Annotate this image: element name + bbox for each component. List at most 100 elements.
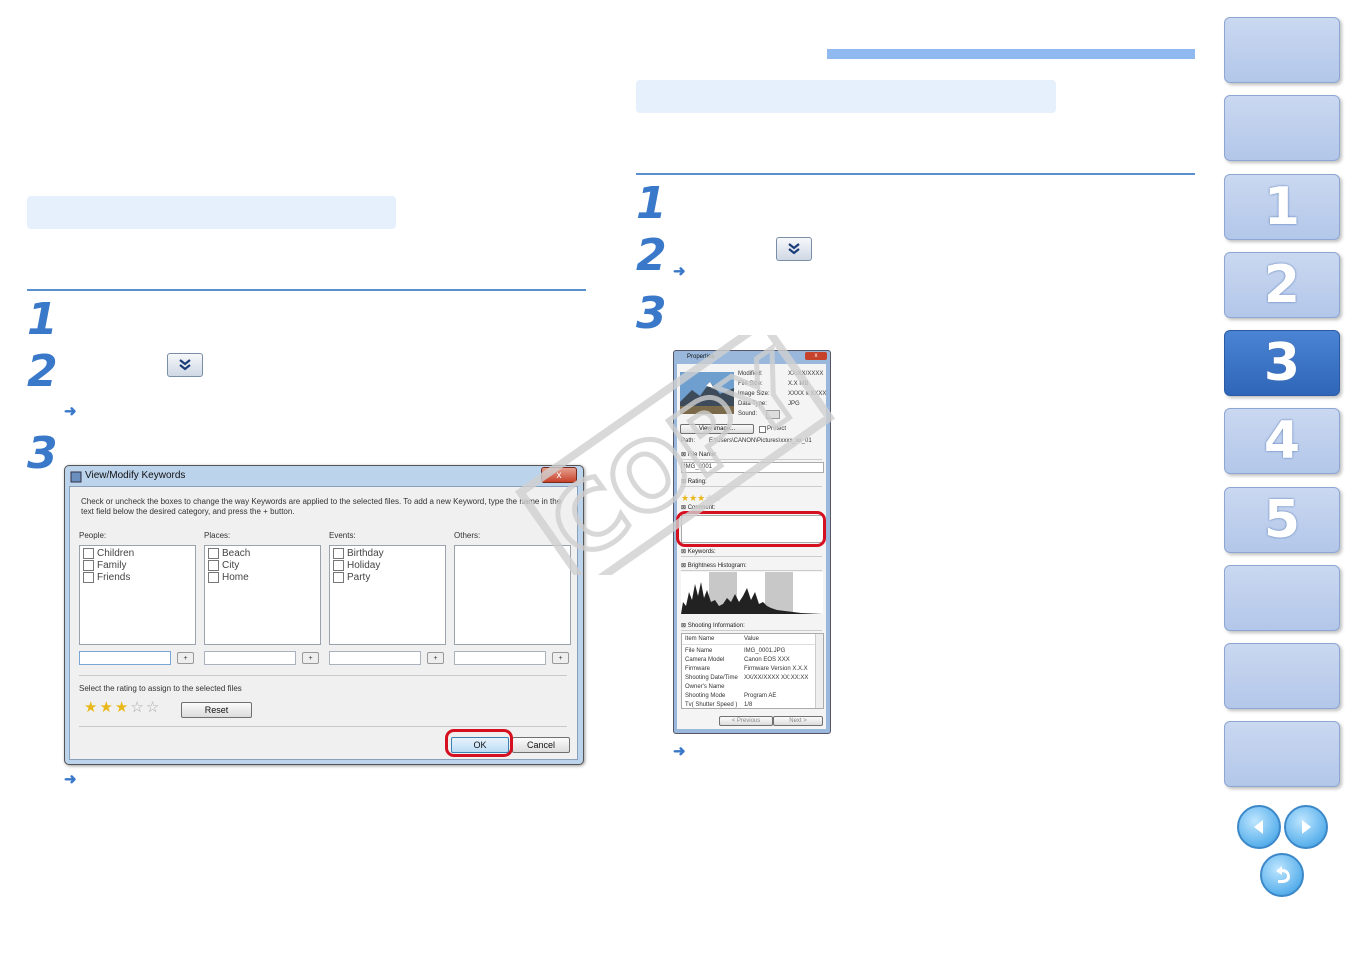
previous-button[interactable]: < Previous [719,716,773,726]
checkbox[interactable] [208,560,219,571]
checkbox[interactable] [208,572,219,583]
path-label: Path: [681,438,696,444]
info-value: JPG [788,401,800,407]
rating-stars[interactable]: ★★★☆☆ [84,699,161,717]
keyword-item[interactable]: Party [333,572,370,583]
table-cell-name: Shooting Date/Time [685,675,738,681]
chapter-tab-3[interactable]: 3 [1224,330,1340,396]
tab-label: 5 [1263,490,1301,550]
others-new-keyword-input[interactable] [454,651,546,665]
tab-label: 3 [1263,333,1301,393]
section-tab[interactable] [1224,17,1340,83]
chapter-tab-1[interactable]: 1 [1224,174,1340,240]
add-keyword-button[interactable]: + [177,652,194,664]
previous-page-button[interactable] [1237,805,1281,849]
section-header[interactable]: ⊠ Rating: [681,478,822,487]
double-chevron-down-icon [788,243,800,255]
return-arrow-icon [1276,866,1290,883]
chapter-tab-5[interactable]: 5 [1224,487,1340,553]
section-header[interactable]: ⊠ Brightness Histogram: [681,562,822,571]
star-filled-icon[interactable]: ★ [84,699,97,716]
places-list: Beach City Home [204,545,321,645]
keyword-item[interactable]: City [208,560,239,571]
ok-highlight [445,729,513,757]
star-empty-icon[interactable]: ☆ [130,699,143,716]
app-icon [70,471,82,483]
star-filled-icon[interactable]: ★ [99,699,112,716]
keyword-item[interactable]: Birthday [333,548,384,559]
result-arrow-icon: ➜ [64,403,77,420]
checkbox[interactable] [208,548,219,559]
keyword-item[interactable]: Family [83,560,126,571]
places-new-keyword-input[interactable] [204,651,296,665]
dialog-body: Check or uncheck the boxes to change the… [69,486,578,760]
left-arrow-icon [1254,820,1263,834]
result-arrow-icon: ➜ [673,263,686,280]
category-label: Events: [329,531,356,540]
checkbox[interactable] [333,548,344,559]
expand-button[interactable] [167,353,203,377]
dialog-title: View/Modify Keywords [85,470,186,481]
next-page-button[interactable] [1284,805,1328,849]
table-cell-name: Firmware [685,666,710,672]
info-label: Sound: [738,411,758,417]
checkbox[interactable] [83,572,94,583]
close-button[interactable]: x [805,352,827,360]
keyword-item[interactable]: Beach [208,548,250,559]
keyword-item[interactable]: Holiday [333,560,380,571]
scrollbar[interactable] [815,634,823,708]
section-header[interactable]: ⊠ Keywords: [681,548,822,557]
events-new-keyword-input[interactable] [329,651,421,665]
rating-label: Select the rating to assign to the selec… [79,684,242,693]
step-number: 2 [27,346,58,397]
chapter-tab-4[interactable]: 4 [1224,408,1340,474]
return-button[interactable] [1260,853,1304,897]
section-tab[interactable] [1224,565,1340,631]
expand-button[interactable] [776,237,812,261]
next-button[interactable]: Next > [773,716,823,726]
close-button[interactable]: x [541,467,577,483]
step-number: 3 [636,288,667,339]
shooting-info-table[interactable]: Item Name Value File Name IMG_0001.JPG Cam… [681,633,824,709]
star-filled-icon[interactable]: ★ [689,493,697,503]
table-cell-value: IMG_0001.JPG [744,648,786,654]
info-value: X.X MB [788,381,809,387]
checkbox[interactable] [333,560,344,571]
star-filled-icon[interactable]: ★ [681,493,689,503]
cancel-button[interactable]: Cancel [512,737,570,753]
path-value: E:\Users\CANON\Pictures\xxxx_xx_01 [709,438,812,444]
sound-button[interactable] [766,410,780,419]
star-empty-icon[interactable]: ☆ [713,493,721,503]
section-tab[interactable] [1224,95,1340,161]
protect-checkbox[interactable] [759,426,766,433]
people-new-keyword-input[interactable] [79,651,171,665]
checkbox[interactable] [83,548,94,559]
file-name-input[interactable]: IMG_0001 [681,462,824,473]
chapter-tab-2[interactable]: 2 [1224,252,1340,318]
section-tab[interactable] [1224,643,1340,709]
people-list: Children Family Friends [79,545,196,645]
step-number: 2 [636,230,667,281]
tab-label: 4 [1263,411,1301,471]
step-number: 3 [27,428,58,479]
add-keyword-button[interactable]: + [302,652,319,664]
view-image-button[interactable]: View Image... [680,424,754,434]
reset-button[interactable]: Reset [181,702,252,718]
step-number: 1 [27,294,58,345]
checkbox[interactable] [333,572,344,583]
section-header[interactable]: ⊠ Shooting Information: [681,622,822,631]
section-header[interactable]: ⊠ File Name: [681,451,822,460]
section-tab[interactable] [1224,721,1340,787]
events-list: Birthday Holiday Party [329,545,446,645]
star-empty-icon[interactable]: ☆ [146,699,159,716]
section-heading-band [27,196,396,229]
checkbox[interactable] [83,560,94,571]
keyword-item[interactable]: Home [208,572,249,583]
star-filled-icon[interactable]: ★ [115,699,128,716]
keyword-item[interactable]: Children [83,548,134,559]
table-cell-value: Canon EOS XXX [744,657,790,663]
add-keyword-button[interactable]: + [427,652,444,664]
keyword-item[interactable]: Friends [83,572,130,583]
info-label: Data Type: [738,401,767,407]
add-keyword-button[interactable]: + [552,652,569,664]
